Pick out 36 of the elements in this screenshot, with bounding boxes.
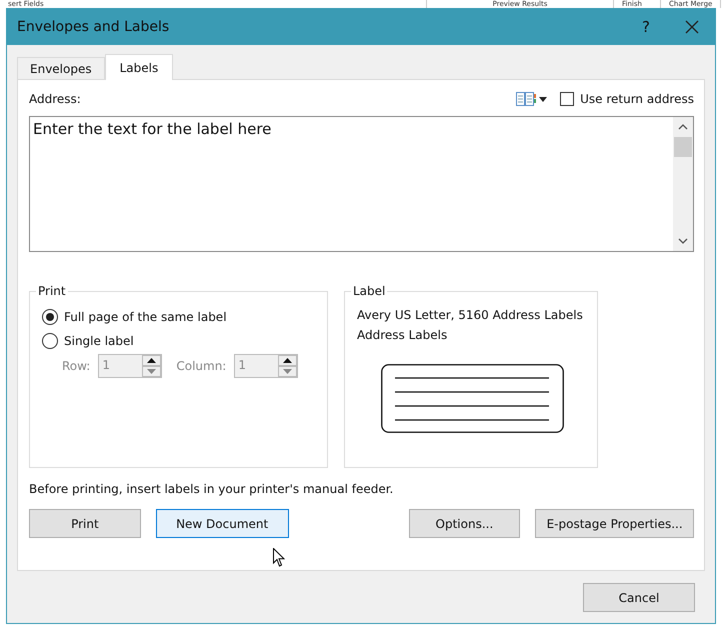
close-icon[interactable] xyxy=(685,20,699,34)
dialog-button[interactable]: Options... xyxy=(408,509,520,538)
address-text-area[interactable]: Enter the text for the label here xyxy=(29,116,694,252)
label-description: Address Labels xyxy=(357,328,448,342)
scrollbar-thumb[interactable] xyxy=(674,137,692,157)
radio-label: Single label xyxy=(64,334,134,348)
radio-option[interactable]: Full page of the same label xyxy=(42,308,319,326)
spin-up-icon[interactable] xyxy=(283,358,292,363)
group-title: Print xyxy=(37,284,67,298)
group-title: Label xyxy=(352,284,386,298)
instruction-text: Before printing, insert labels in your printer's manual feeder. xyxy=(29,482,394,496)
radio-button[interactable] xyxy=(42,333,58,349)
dialog-button[interactable]: E-postage Properties... xyxy=(535,509,694,538)
dialog-button[interactable]: Print xyxy=(29,509,141,538)
window-title: Envelopes and Labels xyxy=(17,18,170,34)
scroll-down-icon[interactable] xyxy=(678,237,688,245)
spin-up-icon[interactable] xyxy=(147,358,156,363)
checkbox[interactable] xyxy=(560,92,574,106)
dialog-button[interactable]: New Document xyxy=(156,509,289,538)
spin-down-icon[interactable] xyxy=(147,369,156,374)
spin-down-icon[interactable] xyxy=(283,369,292,374)
scroll-up-icon[interactable] xyxy=(678,123,688,131)
cancel-button[interactable]: Cancel xyxy=(583,583,695,612)
scrollbar[interactable] xyxy=(673,117,693,251)
spinner-label: Column: xyxy=(176,359,226,373)
label-description: Avery US Letter, 5160 Address Labels xyxy=(357,308,584,322)
radio-label: Full page of the same label xyxy=(64,310,227,324)
help-button[interactable]: ? xyxy=(623,8,669,45)
address-label: Address: xyxy=(29,92,81,106)
address-book-icon[interactable] xyxy=(516,91,548,107)
radio-button[interactable] xyxy=(42,309,58,325)
mouse-pointer-icon xyxy=(273,548,285,567)
tab[interactable]: Labels xyxy=(104,54,174,80)
radio-option[interactable]: Single label xyxy=(42,332,319,350)
spinner-label: Row: xyxy=(62,359,90,373)
tab[interactable]: Envelopes xyxy=(17,57,105,79)
